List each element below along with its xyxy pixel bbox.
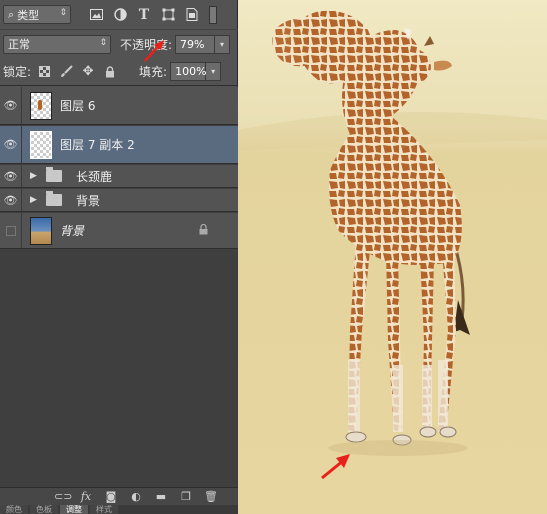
eye-icon[interactable]: 👁 [0,165,22,187]
expand-triangle-icon[interactable]: ▶ [30,171,40,181]
panel-tabs: 颜色 色板 调整 样式 [0,505,238,514]
visibility-toggle[interactable] [0,213,22,248]
search-icon: ⌕ [8,7,15,21]
opacity-slider-button[interactable]: ▾ [215,34,231,54]
eye-icon[interactable]: 👁 [0,126,22,163]
folder-icon [46,191,62,206]
eye-icon[interactable]: 👁 [0,189,22,211]
layer-name: 背景 [76,193,101,208]
layer-row[interactable]: 👁 图层 6 [0,87,238,125]
smart-object-filter-icon[interactable] [183,6,201,24]
layer-row-selected[interactable]: 👁 图层 7 副本 2 [0,126,238,164]
new-layer-icon[interactable]: ❐ [179,490,193,503]
filter-kind-value: 类型 [17,8,40,22]
layers-bottom-toolbar: ⊂⊃ fx ◙ ◐ ▬ ❐ 🗑 [0,487,238,505]
filter-toggle[interactable] [209,5,217,24]
folder-icon[interactable]: ▬ [154,490,168,503]
tab-adjustments[interactable]: 调整 [60,505,88,514]
lock-fill-row: 锁定: ✥ 填充: 100% ▾ [0,58,238,86]
folder-icon [46,167,62,182]
fill-field[interactable]: 100% [170,62,207,81]
lock-icon[interactable] [101,63,119,81]
layer-list: 👁 图层 6 👁 图层 7 副本 2 👁 ▶ 长颈鹿 👁 ▶ 背景 背景 [0,87,238,487]
tab-color[interactable]: 颜色 [0,505,28,514]
layer-thumbnail [30,91,52,120]
layer-thumbnail [30,130,52,159]
brush-icon[interactable] [57,63,75,81]
tab-swatches[interactable]: 色板 [30,505,58,514]
image-filter-icon[interactable] [87,6,105,24]
fx-icon[interactable]: fx [79,490,93,503]
layer-thumbnail [30,216,52,245]
trash-icon[interactable]: 🗑 [204,490,218,503]
annotation-arrow [144,40,164,62]
layers-panel: ⌕ 类型 ⇕ T 正常 ⇕ 不透明度: 79% ▾ 锁定: ✥ 填充: 100%… [0,0,238,514]
tab-styles[interactable]: 样式 [90,505,118,514]
expand-triangle-icon[interactable]: ▶ [30,195,40,205]
layer-name: 长颈鹿 [76,169,113,184]
layer-group-row[interactable]: 👁 ▶ 长颈鹿 [0,165,238,188]
canvas-artwork [238,0,547,514]
blend-opacity-row: 正常 ⇕ 不透明度: 79% ▾ [0,30,238,58]
lock-label: 锁定: [3,65,32,79]
blend-mode-select[interactable]: 正常 ⇕ [3,34,111,54]
adjustment-filter-icon[interactable] [111,6,129,24]
lock-transparent-icon[interactable] [35,63,53,81]
text-filter-icon[interactable]: T [135,6,153,24]
mask-icon[interactable]: ◙ [104,490,118,503]
layer-name: 背景 [60,224,85,238]
blend-mode-value: 正常 [8,38,30,51]
fill-label: 填充: [139,65,168,79]
filter-kind-select[interactable]: ⌕ 类型 ⇕ [3,5,71,24]
eye-icon[interactable]: 👁 [0,87,22,124]
chevron-down-icon: ⇕ [59,8,67,18]
opacity-field[interactable]: 79% [175,34,216,54]
layer-name: 图层 6 [60,99,96,113]
chevron-down-icon: ⇕ [99,37,107,48]
document-canvas[interactable] [238,0,547,514]
shape-filter-icon[interactable] [159,6,177,24]
layer-name: 图层 7 副本 2 [60,138,135,152]
layer-group-row[interactable]: 👁 ▶ 背景 [0,189,238,212]
lock-icon [199,223,208,238]
move-icon[interactable]: ✥ [79,63,97,81]
link-icon[interactable]: ⊂⊃ [54,490,72,503]
layer-filter-row: ⌕ 类型 ⇕ T [0,0,238,30]
fill-slider-button[interactable]: ▾ [206,62,222,81]
layer-row[interactable]: 背景 [0,213,238,249]
adjustment-layer-icon[interactable]: ◐ [129,490,143,503]
